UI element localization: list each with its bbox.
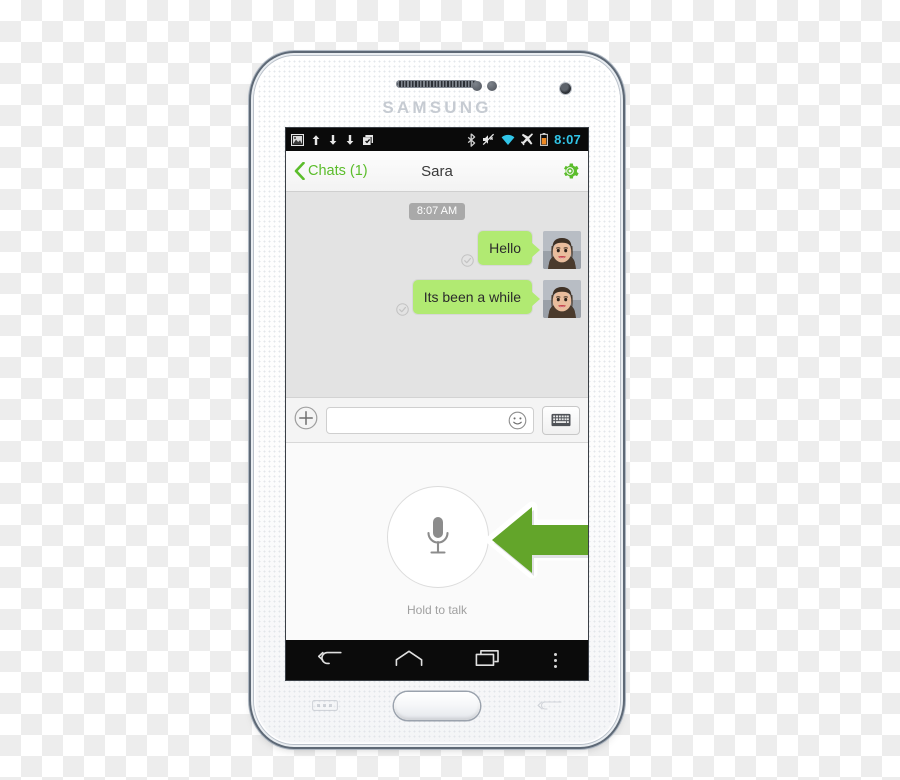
chevron-left-icon xyxy=(294,162,305,180)
physical-home-button[interactable] xyxy=(394,692,480,720)
proximity-sensor-icon xyxy=(472,81,482,91)
avatar[interactable] xyxy=(543,230,581,269)
android-nav-bar xyxy=(286,640,588,680)
wifi-icon xyxy=(501,134,515,145)
download-arrow-2-icon xyxy=(346,134,354,145)
avatar-portrait xyxy=(543,279,581,318)
microphone-icon xyxy=(427,517,449,554)
back-arrow-icon xyxy=(318,651,342,664)
message-list[interactable]: 8:07 AM Hello Its been a while xyxy=(286,192,588,397)
keyboard-toggle-button[interactable] xyxy=(542,405,580,435)
nav-recents-button[interactable] xyxy=(475,649,503,672)
message-row[interactable]: Its been a while xyxy=(286,279,588,318)
clipboard-check-icon xyxy=(363,134,373,145)
avatar[interactable] xyxy=(543,279,581,318)
back-to-chats-button[interactable]: Chats (1) xyxy=(294,162,368,180)
delivered-check-icon xyxy=(395,302,409,316)
download-arrow-icon xyxy=(329,134,337,145)
upload-arrow-icon xyxy=(312,134,320,145)
timestamp-row: 8:07 AM xyxy=(286,201,588,220)
overflow-dot xyxy=(553,652,557,656)
message-bubble[interactable]: Hello xyxy=(478,230,540,265)
overflow-dot xyxy=(553,664,557,668)
capacitive-back-key-icon[interactable] xyxy=(536,700,562,711)
samsung-logo: SAMSUNG xyxy=(382,98,492,117)
smiley-icon[interactable] xyxy=(508,411,527,430)
add-attachment-button[interactable] xyxy=(294,406,318,435)
screenshot-image-icon xyxy=(291,133,304,146)
status-bar-left-icons xyxy=(291,133,374,146)
message-row[interactable]: Hello xyxy=(286,230,588,269)
hold-to-talk-button[interactable] xyxy=(387,486,489,588)
message-bubble[interactable]: Its been a while xyxy=(412,279,541,314)
nav-back-button[interactable] xyxy=(317,649,343,672)
front-camera-icon xyxy=(560,83,571,94)
home-icon xyxy=(395,650,423,666)
phone-screen: 8:07 Chats (1) Sara 8:07 AM Hello Its be… xyxy=(286,128,588,680)
delivered-check-icon xyxy=(461,253,474,267)
hold-to-talk-label: Hold to talk xyxy=(406,603,468,617)
light-sensor-icon xyxy=(487,81,497,91)
battery-icon xyxy=(540,133,549,146)
back-button-label: Chats (1) xyxy=(308,163,368,179)
app-header: Chats (1) Sara xyxy=(286,151,588,192)
phone-device: SAMSUNG 8:07 Chats (1) Sara 8:07 AM Hell… xyxy=(254,56,620,744)
status-bar-clock: 8:07 xyxy=(554,132,581,147)
airplane-mode-icon xyxy=(521,133,534,146)
android-status-bar: 8:07 xyxy=(286,128,588,151)
status-bar-right-icons: 8:07 xyxy=(467,132,583,147)
message-input-bar xyxy=(286,397,588,443)
nav-home-button[interactable] xyxy=(394,649,424,672)
bluetooth-icon xyxy=(467,132,476,147)
capacitive-recents-key-icon[interactable] xyxy=(312,700,338,711)
recents-icon xyxy=(475,649,499,666)
settings-button[interactable] xyxy=(560,161,580,181)
plus-circle-icon xyxy=(294,406,318,429)
mute-vibrate-icon xyxy=(482,133,495,146)
message-input-field[interactable] xyxy=(326,406,534,434)
nav-menu-button[interactable] xyxy=(553,652,557,668)
keyboard-icon xyxy=(551,413,571,427)
avatar-portrait xyxy=(543,230,581,269)
overflow-dot xyxy=(553,658,557,662)
gear-icon xyxy=(564,163,579,179)
message-timestamp: 8:07 AM xyxy=(408,202,466,220)
earpiece-speaker xyxy=(396,80,478,88)
